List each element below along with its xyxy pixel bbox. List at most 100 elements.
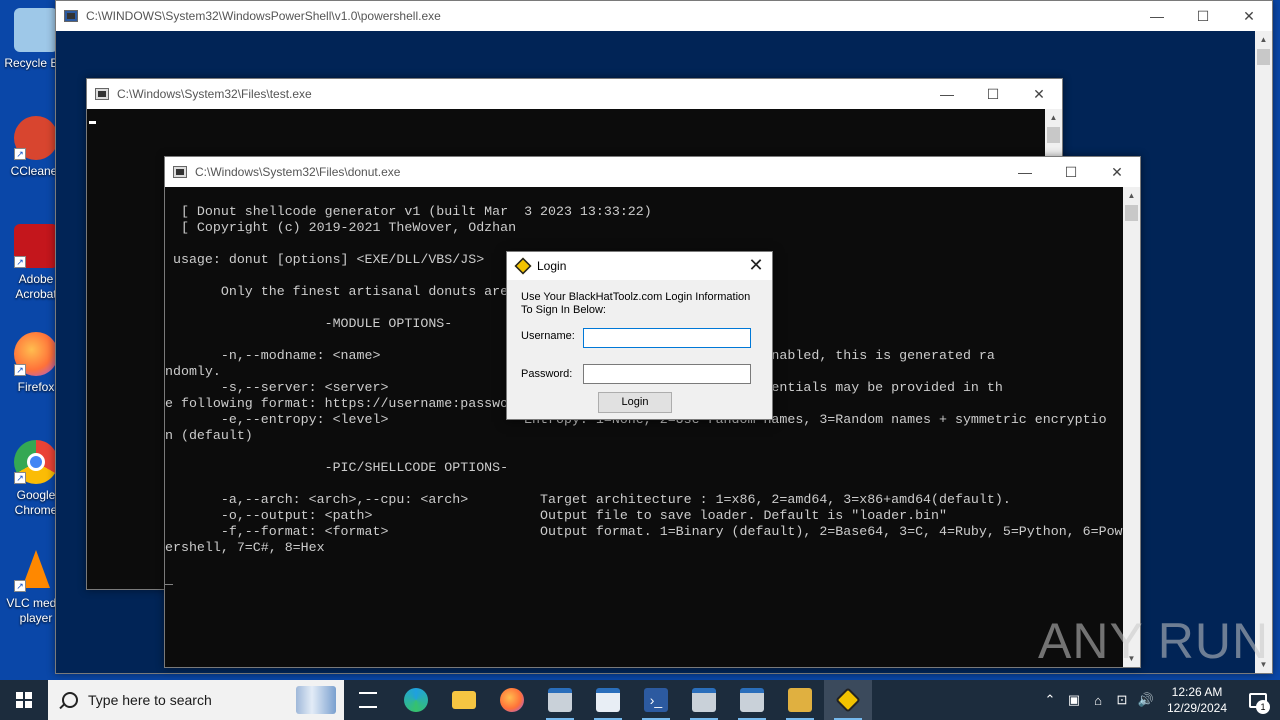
clock[interactable]: 12:26 AM 12/29/2024 xyxy=(1158,684,1236,716)
login-button[interactable]: Login xyxy=(598,392,672,413)
close-button[interactable]: ✕ xyxy=(1016,79,1062,109)
password-label: Password: xyxy=(521,368,573,380)
chevron-up-icon[interactable]: ⌃ xyxy=(1038,692,1062,708)
search-highlight-image xyxy=(296,686,336,714)
watermark: ANY RUN xyxy=(1038,613,1270,669)
powershell-icon: ›_ xyxy=(644,688,668,712)
scroll-up-icon[interactable]: ▲ xyxy=(1045,109,1062,126)
scroll-thumb[interactable] xyxy=(1257,49,1270,65)
window-title: C:\WINDOWS\System32\WindowsPowerShell\v1… xyxy=(86,9,441,23)
desktop: Recycle Bin ↗ CCleaner ↗ Adobe Acrobat ↗… xyxy=(0,0,1280,680)
minimize-button[interactable]: — xyxy=(1134,1,1180,31)
dialog-title: Login xyxy=(537,259,567,273)
console-line: -PIC/SHELLCODE OPTIONS- xyxy=(165,460,509,475)
console-line: n (default) xyxy=(165,428,253,443)
shortcut-arrow-icon: ↗ xyxy=(14,148,26,160)
firefox-icon: ↗ xyxy=(14,332,58,376)
taskbar-powershell[interactable]: ›_ xyxy=(632,680,680,720)
powershell-app-icon xyxy=(64,10,78,22)
system-tray: ⌃ ▣ ⌂ ⊡ 🔊 12:26 AM 12/29/2024 1 xyxy=(1038,680,1280,720)
close-icon[interactable]: ✕ xyxy=(746,256,766,276)
device-icon[interactable]: ⌂ xyxy=(1086,693,1110,708)
close-button[interactable]: ✕ xyxy=(1094,157,1140,187)
clock-time: 12:26 AM xyxy=(1171,685,1223,699)
close-button[interactable]: ✕ xyxy=(1226,1,1272,31)
warning-diamond-icon xyxy=(514,257,532,275)
console-window-icon xyxy=(596,688,620,712)
minimize-button[interactable]: — xyxy=(1002,157,1048,187)
taskbar-console-1[interactable] xyxy=(536,680,584,720)
acrobat-icon: ↗ xyxy=(14,224,58,268)
network-adapter-icon[interactable]: ▣ xyxy=(1062,692,1086,708)
taskbar-setup-app[interactable] xyxy=(776,680,824,720)
console-app-icon xyxy=(173,166,187,178)
console-app-icon xyxy=(95,88,109,100)
minimize-button[interactable]: — xyxy=(924,79,970,109)
task-view-button[interactable] xyxy=(344,680,392,720)
window-title: C:\Windows\System32\Files\test.exe xyxy=(117,87,312,101)
clock-date: 12/29/2024 xyxy=(1166,701,1228,715)
taskbar-edge[interactable] xyxy=(392,680,440,720)
shortcut-arrow-icon: ↗ xyxy=(14,580,26,592)
username-field[interactable] xyxy=(583,328,751,348)
windows-logo-icon xyxy=(16,692,32,708)
login-dialog[interactable]: Login ✕ Use Your BlackHatToolz.com Login… xyxy=(506,251,773,420)
taskbar-console-4[interactable] xyxy=(728,680,776,720)
donut-exe-scrollbar[interactable]: ▲ ▼ xyxy=(1123,187,1140,667)
console-window-icon xyxy=(740,688,764,712)
scroll-up-icon[interactable]: ▲ xyxy=(1123,187,1140,204)
shortcut-arrow-icon: ↗ xyxy=(14,364,26,376)
maximize-button[interactable]: ☐ xyxy=(970,79,1016,109)
password-field[interactable] xyxy=(583,364,751,384)
firefox-icon xyxy=(500,688,524,712)
powershell-scrollbar[interactable]: ▲ ▼ xyxy=(1255,31,1272,673)
shortcut-arrow-icon: ↗ xyxy=(14,472,26,484)
taskbar-file-explorer[interactable] xyxy=(440,680,488,720)
ccleaner-icon: ↗ xyxy=(14,116,58,160)
notification-center-button[interactable]: 1 xyxy=(1236,692,1280,714)
login-titlebar[interactable]: Login ✕ xyxy=(507,252,772,280)
taskbar-console-3[interactable] xyxy=(680,680,728,720)
taskbar-console-2[interactable] xyxy=(584,680,632,720)
notification-badge: 1 xyxy=(1256,699,1270,714)
window-title: C:\Windows\System32\Files\donut.exe xyxy=(195,165,401,179)
setup-app-icon xyxy=(788,688,812,712)
donut-exe-titlebar[interactable]: C:\Windows\System32\Files\donut.exe — ☐ … xyxy=(165,157,1140,187)
maximize-button[interactable]: ☐ xyxy=(1180,1,1226,31)
console-window-icon xyxy=(692,688,716,712)
taskbar: Type here to search ›_ ⌃ ▣ ⌂ ⊡ 🔊 12:26 A… xyxy=(0,680,1280,720)
search-placeholder: Type here to search xyxy=(88,692,212,708)
scroll-thumb[interactable] xyxy=(1125,205,1138,221)
network-icon[interactable]: ⊡ xyxy=(1110,692,1134,708)
taskbar-firefox[interactable] xyxy=(488,680,536,720)
console-line: -a,--arch: <arch>,--cpu: <arch> Target a… xyxy=(165,492,1011,507)
console-line: -o,--output: <path> Output file to save … xyxy=(165,508,947,523)
console-line: _ xyxy=(165,572,173,587)
scroll-thumb[interactable] xyxy=(1047,127,1060,143)
taskbar-login-app[interactable] xyxy=(824,680,872,720)
chrome-icon: ↗ xyxy=(14,440,58,484)
folder-icon xyxy=(452,691,476,709)
text-cursor xyxy=(89,121,96,124)
task-view-icon xyxy=(359,692,377,708)
volume-icon[interactable]: 🔊 xyxy=(1134,692,1158,708)
scroll-up-icon[interactable]: ▲ xyxy=(1255,31,1272,48)
start-button[interactable] xyxy=(0,680,48,720)
taskbar-search[interactable]: Type here to search xyxy=(48,680,344,720)
test-exe-titlebar[interactable]: C:\Windows\System32\Files\test.exe — ☐ ✕ xyxy=(87,79,1062,109)
vlc-icon: ↗ xyxy=(14,548,58,592)
console-line: ershell, 7=C#, 8=Hex xyxy=(165,540,325,555)
console-window-icon xyxy=(548,688,572,712)
powershell-titlebar[interactable]: C:\WINDOWS\System32\WindowsPowerShell\v1… xyxy=(56,1,1272,31)
login-app-icon xyxy=(835,687,861,713)
maximize-button[interactable]: ☐ xyxy=(1048,157,1094,187)
console-line: -f,--format: <format> Output format. 1=B… xyxy=(165,524,1123,539)
recycle-bin-icon xyxy=(14,8,58,52)
login-info-text: Use Your BlackHatToolz.com Login Informa… xyxy=(521,291,751,316)
edge-icon xyxy=(404,688,428,712)
